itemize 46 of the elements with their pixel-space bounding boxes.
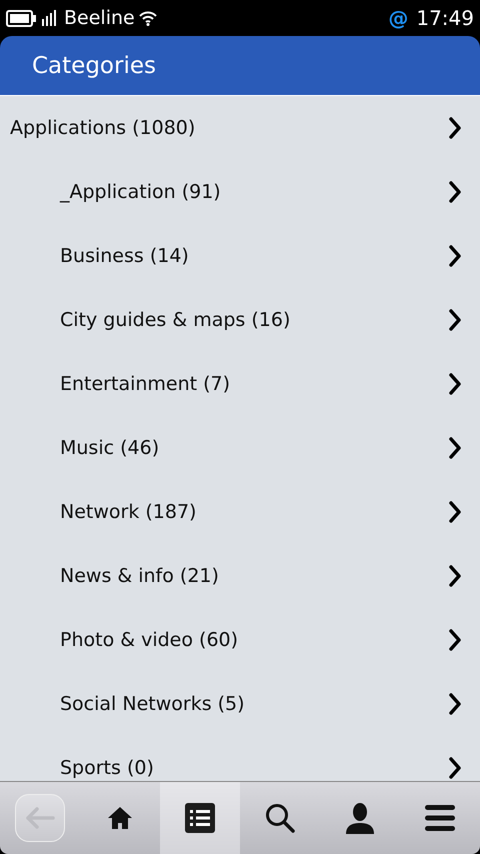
chevron-icon bbox=[448, 501, 462, 523]
clock-time: 17:49 bbox=[416, 6, 474, 30]
category-item[interactable]: Applications (1080) bbox=[0, 96, 480, 160]
carrier-name: Beeline bbox=[64, 7, 135, 29]
category-label: Entertainment (7) bbox=[60, 373, 232, 395]
chevron-icon bbox=[448, 181, 462, 203]
category-label: Applications (1080) bbox=[10, 117, 196, 139]
chevron-icon bbox=[448, 757, 462, 779]
chevron-icon bbox=[448, 373, 462, 395]
chevron-icon bbox=[448, 309, 462, 331]
category-label: Network (187) bbox=[60, 501, 198, 523]
category-label: City guides & maps (16) bbox=[60, 309, 292, 331]
category-label: Photo & video (60) bbox=[60, 629, 240, 651]
chevron-icon bbox=[448, 437, 462, 459]
category-item[interactable]: _Application (91) bbox=[0, 160, 480, 224]
toolbar-tab[interactable] bbox=[160, 782, 240, 854]
category-item[interactable]: City guides & maps (16) bbox=[0, 288, 480, 352]
category-item[interactable]: Sports (0) bbox=[0, 736, 480, 781]
category-item[interactable]: Network (187) bbox=[0, 480, 480, 544]
search-icon bbox=[265, 803, 295, 833]
home-icon bbox=[107, 806, 133, 830]
category-item[interactable]: Photo & video (60) bbox=[0, 608, 480, 672]
page-title: Categories bbox=[32, 52, 156, 78]
category-item[interactable]: Music (46) bbox=[0, 416, 480, 480]
arrow-left-icon bbox=[23, 806, 57, 830]
category-label: Social Networks (5) bbox=[60, 693, 246, 715]
person-icon bbox=[345, 802, 375, 834]
category-label: _Application (91) bbox=[60, 181, 222, 203]
chevron-icon bbox=[448, 629, 462, 651]
list-icon bbox=[185, 803, 215, 833]
chevron-icon bbox=[448, 245, 462, 267]
wifi-icon bbox=[138, 10, 157, 26]
category-label: Sports (0) bbox=[60, 757, 155, 779]
category-label: Business (14) bbox=[60, 245, 190, 267]
category-item[interactable]: Business (14) bbox=[0, 224, 480, 288]
chevron-icon bbox=[448, 693, 462, 715]
category-label: Music (46) bbox=[60, 437, 160, 459]
category-item[interactable]: Social Networks (5) bbox=[0, 672, 480, 736]
chevron-icon bbox=[448, 117, 462, 139]
mail-indicator: @ bbox=[388, 6, 408, 30]
category-item[interactable]: Entertainment (7) bbox=[0, 352, 480, 416]
chevron-icon bbox=[448, 565, 462, 587]
category-item[interactable]: News & info (21) bbox=[0, 544, 480, 608]
menu-icon bbox=[425, 804, 455, 832]
battery-icon bbox=[6, 10, 36, 26]
category-label: News & info (21) bbox=[60, 565, 220, 587]
